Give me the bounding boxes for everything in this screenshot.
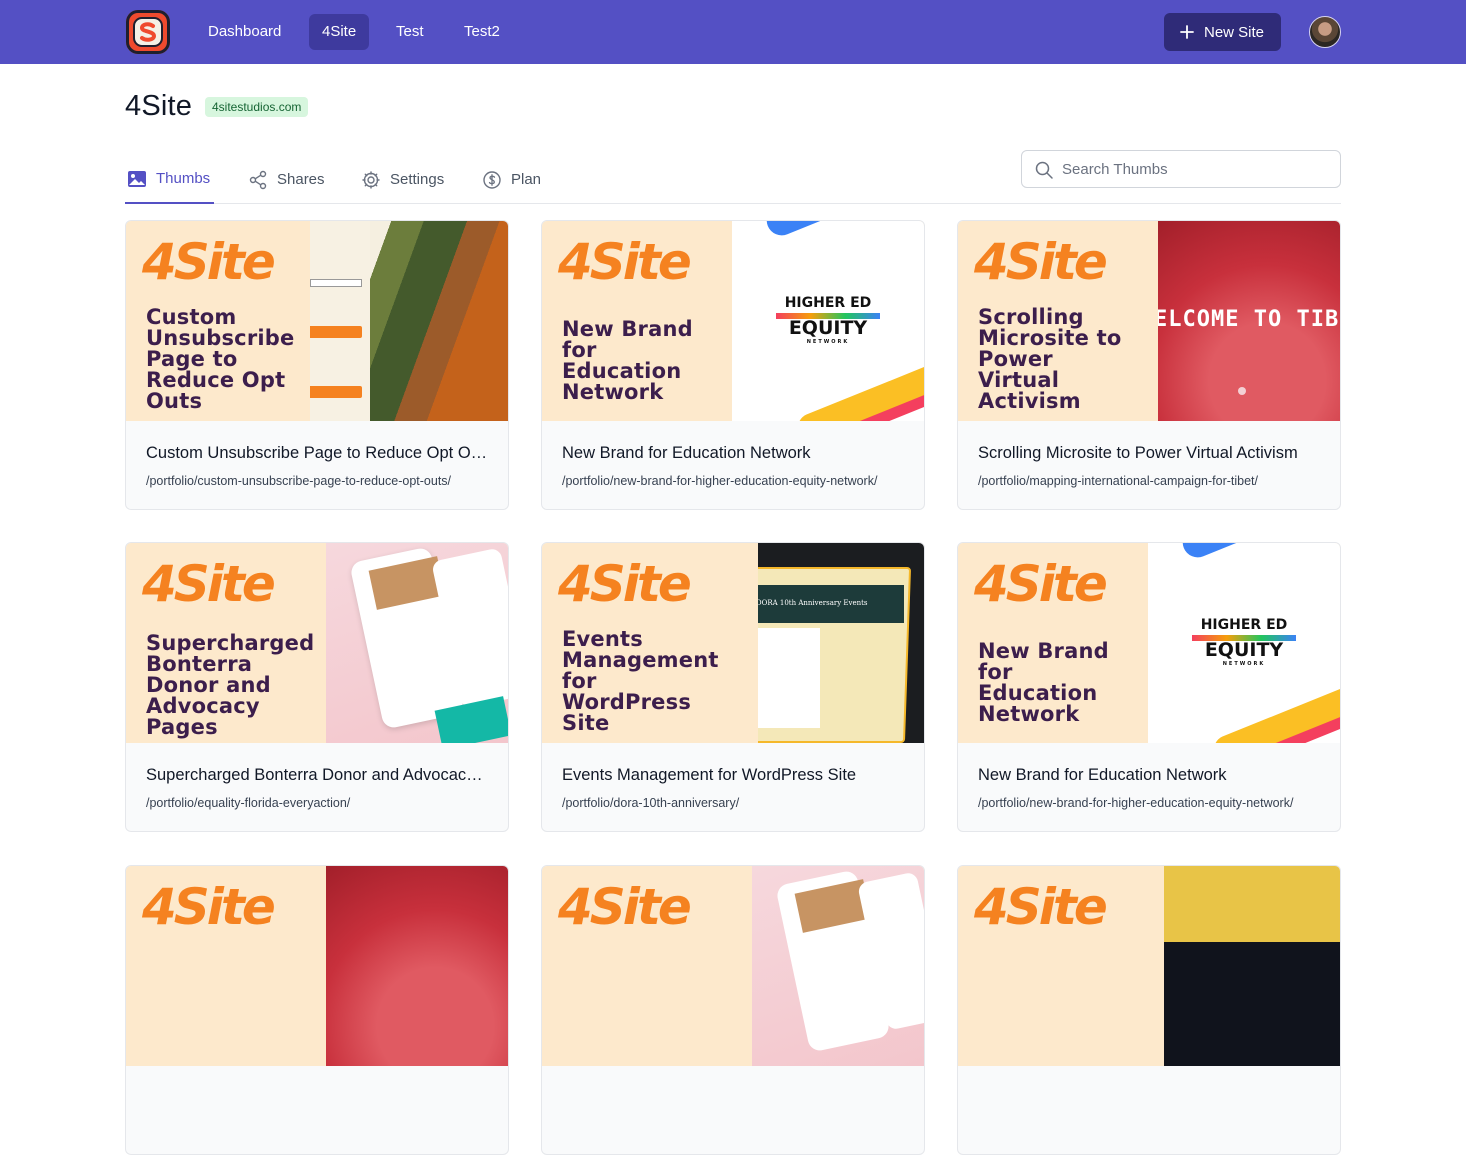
brand-wordmark: 4Site [558,555,692,613]
thumb-image: DORA 10th Anniversary Events 4Site Event… [542,543,924,743]
higher-ed-equity-image: HIGHER ED EQUITY NETWORK [1148,543,1340,743]
tibet-image [326,866,508,1066]
logo-line-1: HIGHER ED [1200,617,1288,633]
brand-wordmark: 4Site [558,233,692,291]
thumb-card[interactable]: DORA 10th Anniversary Events 4Site Event… [541,542,925,832]
gear-icon [362,170,380,189]
new-site-button[interactable]: New Site [1164,13,1281,51]
plus-icon [1180,25,1194,39]
thumb-image: HIGHER ED EQUITY NETWORK 4Site New Brand… [958,543,1340,743]
tab-shares[interactable]: Shares [248,155,325,204]
dora-overlay-text: DORA 10th Anniversary Events [758,599,868,607]
logo-s-icon [133,17,163,47]
new-site-label: New Site [1204,23,1265,41]
tab-settings[interactable]: Settings [361,155,444,204]
nav-test[interactable]: Test [383,14,437,50]
forest-form-image [310,221,508,421]
thumb-image: 4Site [542,866,924,1066]
thumb-title: Supercharged Bonterra Donor and Advocacy… [146,766,488,784]
top-nav-bar: Dashboard 4Site Test Test2 New Site [0,0,1466,64]
tab-plan-label: Plan [511,171,542,188]
thumb-title: Events Management for WordPress Site [562,766,857,784]
thumb-headline: Supercharged Bonterra Donor and Advocacy… [146,631,315,739]
thumb-image: 4Site [958,866,1340,1066]
tab-shares-label: Shares [277,171,325,188]
thumb-card[interactable]: HIGHER ED EQUITY NETWORK 4Site New Brand… [957,542,1341,832]
phones-image [326,543,508,743]
logo-line-3: NETWORK [1222,661,1266,667]
app-logo[interactable] [126,10,170,54]
search-icon [1035,161,1053,179]
page-title: 4Site [125,90,193,122]
phones-image [752,866,924,1066]
thumb-title: Scrolling Microsite to Power Virtual Act… [978,444,1298,462]
brand-wordmark: 4Site [974,878,1108,936]
thumb-path: /portfolio/equality-florida-everyaction/ [146,796,351,810]
tibet-image: ELCOME TO TIBET [1158,221,1340,421]
nav-4site[interactable]: 4Site [309,14,370,50]
thumb-card[interactable]: 4Site [957,865,1341,1155]
brand-wordmark: 4Site [142,233,276,291]
tab-thumbs[interactable]: Thumbs [125,155,214,204]
higher-ed-equity-image: HIGHER ED EQUITY NETWORK [732,221,924,421]
nav-dashboard[interactable]: Dashboard [195,14,294,50]
search-box[interactable] [1021,150,1341,188]
tab-thumbs-label: Thumbs [156,170,211,187]
thumb-card[interactable]: ELCOME TO TIBET 4Site Scrolling Microsit… [957,220,1341,510]
thumb-headline: Events Management for WordPress Site [562,627,719,735]
thumb-image: 4Site Custom Unsubscribe Page to Reduce … [126,221,508,421]
thumb-title: Custom Unsubscribe Page to Reduce Opt Ou… [146,444,488,462]
user-avatar[interactable] [1309,16,1341,48]
night-site-image [1164,866,1340,1066]
brand-wordmark: 4Site [142,878,276,936]
thumb-title: New Brand for Education Network [978,766,1227,784]
thumb-headline: New Brand for Education Network [562,317,693,404]
thumb-image: 4Site Supercharged Bonterra Donor and Ad… [126,543,508,743]
thumb-title: New Brand for Education Network [562,444,811,462]
nav-test2[interactable]: Test2 [451,14,513,50]
brand-wordmark: 4Site [142,555,276,613]
brand-wordmark: 4Site [974,555,1108,613]
thumb-card[interactable]: HIGHER ED EQUITY NETWORK 4Site New Brand… [541,220,925,510]
thumb-headline: New Brand for Education Network [978,639,1109,726]
share-icon [249,170,267,189]
logo-line-2: EQUITY [788,317,868,339]
logo-line-3: NETWORK [806,339,850,345]
tab-settings-label: Settings [390,171,445,188]
brand-wordmark: 4Site [558,878,692,936]
search-input[interactable] [1062,151,1332,187]
thumb-image: HIGHER ED EQUITY NETWORK 4Site New Brand… [542,221,924,421]
tibet-overlay-text: ELCOME TO TIBET [1158,307,1340,332]
image-icon [128,170,146,187]
thumb-path: /portfolio/custom-unsubscribe-page-to-re… [146,474,452,488]
thumb-card[interactable]: 4Site [541,865,925,1155]
thumb-card[interactable]: 4Site [125,865,509,1155]
thumb-card[interactable]: 4Site Custom Unsubscribe Page to Reduce … [125,220,509,510]
thumb-headline: Scrolling Microsite to Power Virtual Act… [978,305,1122,413]
dollar-icon [483,170,501,189]
brand-wordmark: 4Site [974,233,1108,291]
thumb-path: /portfolio/mapping-international-campaig… [978,474,1259,488]
thumb-path: /portfolio/new-brand-for-higher-educatio… [562,474,878,488]
tab-plan[interactable]: Plan [482,155,541,204]
thumb-card[interactable]: 4Site Supercharged Bonterra Donor and Ad… [125,542,509,832]
thumb-image: ELCOME TO TIBET 4Site Scrolling Microsit… [958,221,1340,421]
logo-line-2: EQUITY [1204,639,1284,661]
domain-badge[interactable]: 4sitestudios.com [205,97,309,117]
thumb-path: /portfolio/new-brand-for-higher-educatio… [978,796,1294,810]
thumb-image: 4Site [126,866,508,1066]
logo-line-1: HIGHER ED [784,295,872,311]
dora-screen-image: DORA 10th Anniversary Events [758,543,924,743]
thumb-path: /portfolio/dora-10th-anniversary/ [562,796,740,810]
thumb-headline: Custom Unsubscribe Page to Reduce Opt Ou… [146,305,295,413]
